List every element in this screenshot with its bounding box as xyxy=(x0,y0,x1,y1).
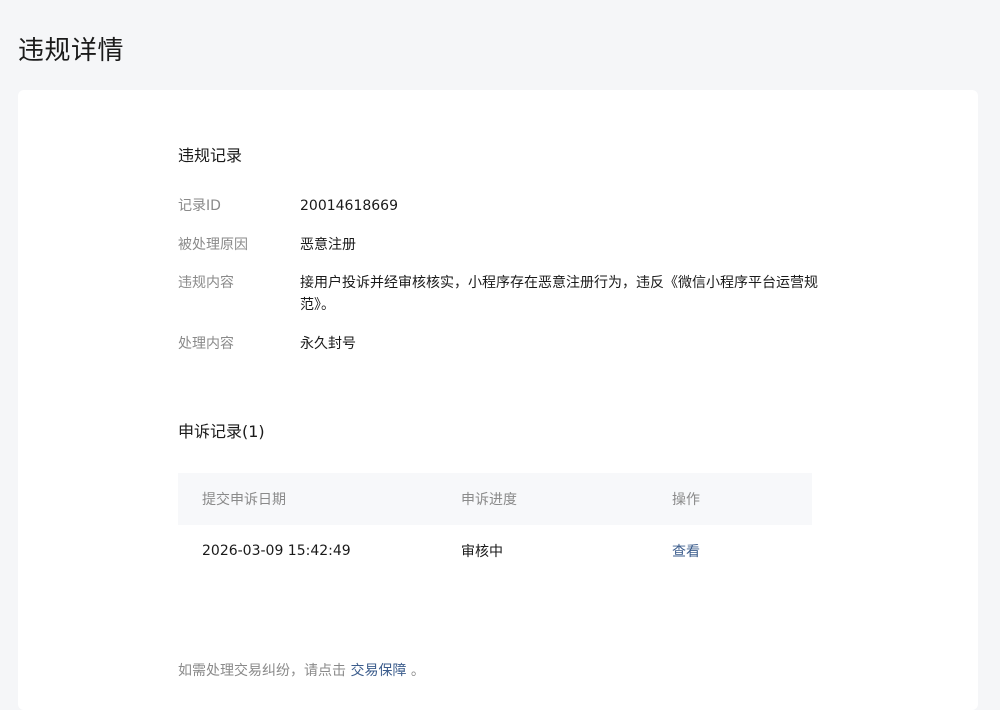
field-label: 被处理原因 xyxy=(178,237,248,253)
detail-card: 违规记录 记录ID 20014618669 被处理原因 恶意注册 违规内容 接用… xyxy=(18,90,978,710)
appeal-date: 2026-03-09 15:42:49 xyxy=(202,543,351,559)
field-value: 接用户投诉并经审核核实，小程序存在恶意注册行为，违反《微信小程序平台运营规范》。 xyxy=(300,275,818,313)
footer-note: 如需处理交易纠纷，请点击 交易保障 。 xyxy=(178,660,425,680)
field-content: 违规内容 接用户投诉并经审核核实，小程序存在恶意注册行为，违反《微信小程序平台运… xyxy=(178,272,838,316)
field-value: 20014618669 xyxy=(300,198,398,214)
field-value: 恶意注册 xyxy=(300,237,356,253)
footer-prefix: 如需处理交易纠纷，请点击 xyxy=(178,663,346,679)
appeal-record-title: 申诉记录(1) xyxy=(178,422,265,441)
field-action: 处理内容 永久封号 xyxy=(178,333,838,355)
violation-record-title: 违规记录 xyxy=(178,146,243,165)
footer-suffix: 。 xyxy=(410,663,425,679)
appeal-status: 审核中 xyxy=(461,544,503,560)
field-reason: 被处理原因 恶意注册 xyxy=(178,234,838,256)
trade-protection-link[interactable]: 交易保障 xyxy=(350,663,406,679)
column-header-status: 申诉进度 xyxy=(461,492,517,508)
appeal-table: 提交申诉日期 申诉进度 操作 2026-03-09 15:42:49 审核中 查… xyxy=(178,473,812,577)
field-value: 永久封号 xyxy=(300,336,356,352)
column-header-action: 操作 xyxy=(672,492,700,508)
table-header: 提交申诉日期 申诉进度 操作 xyxy=(178,473,812,525)
field-record-id: 记录ID 20014618669 xyxy=(178,195,838,217)
view-link[interactable]: 查看 xyxy=(672,544,700,560)
table-row: 2026-03-09 15:42:49 审核中 查看 xyxy=(178,525,812,577)
field-label: 记录ID xyxy=(178,198,221,214)
field-label: 违规内容 xyxy=(178,275,234,291)
field-label: 处理内容 xyxy=(178,336,234,352)
column-header-date: 提交申诉日期 xyxy=(202,492,286,508)
page-title: 违规详情 xyxy=(18,36,125,66)
